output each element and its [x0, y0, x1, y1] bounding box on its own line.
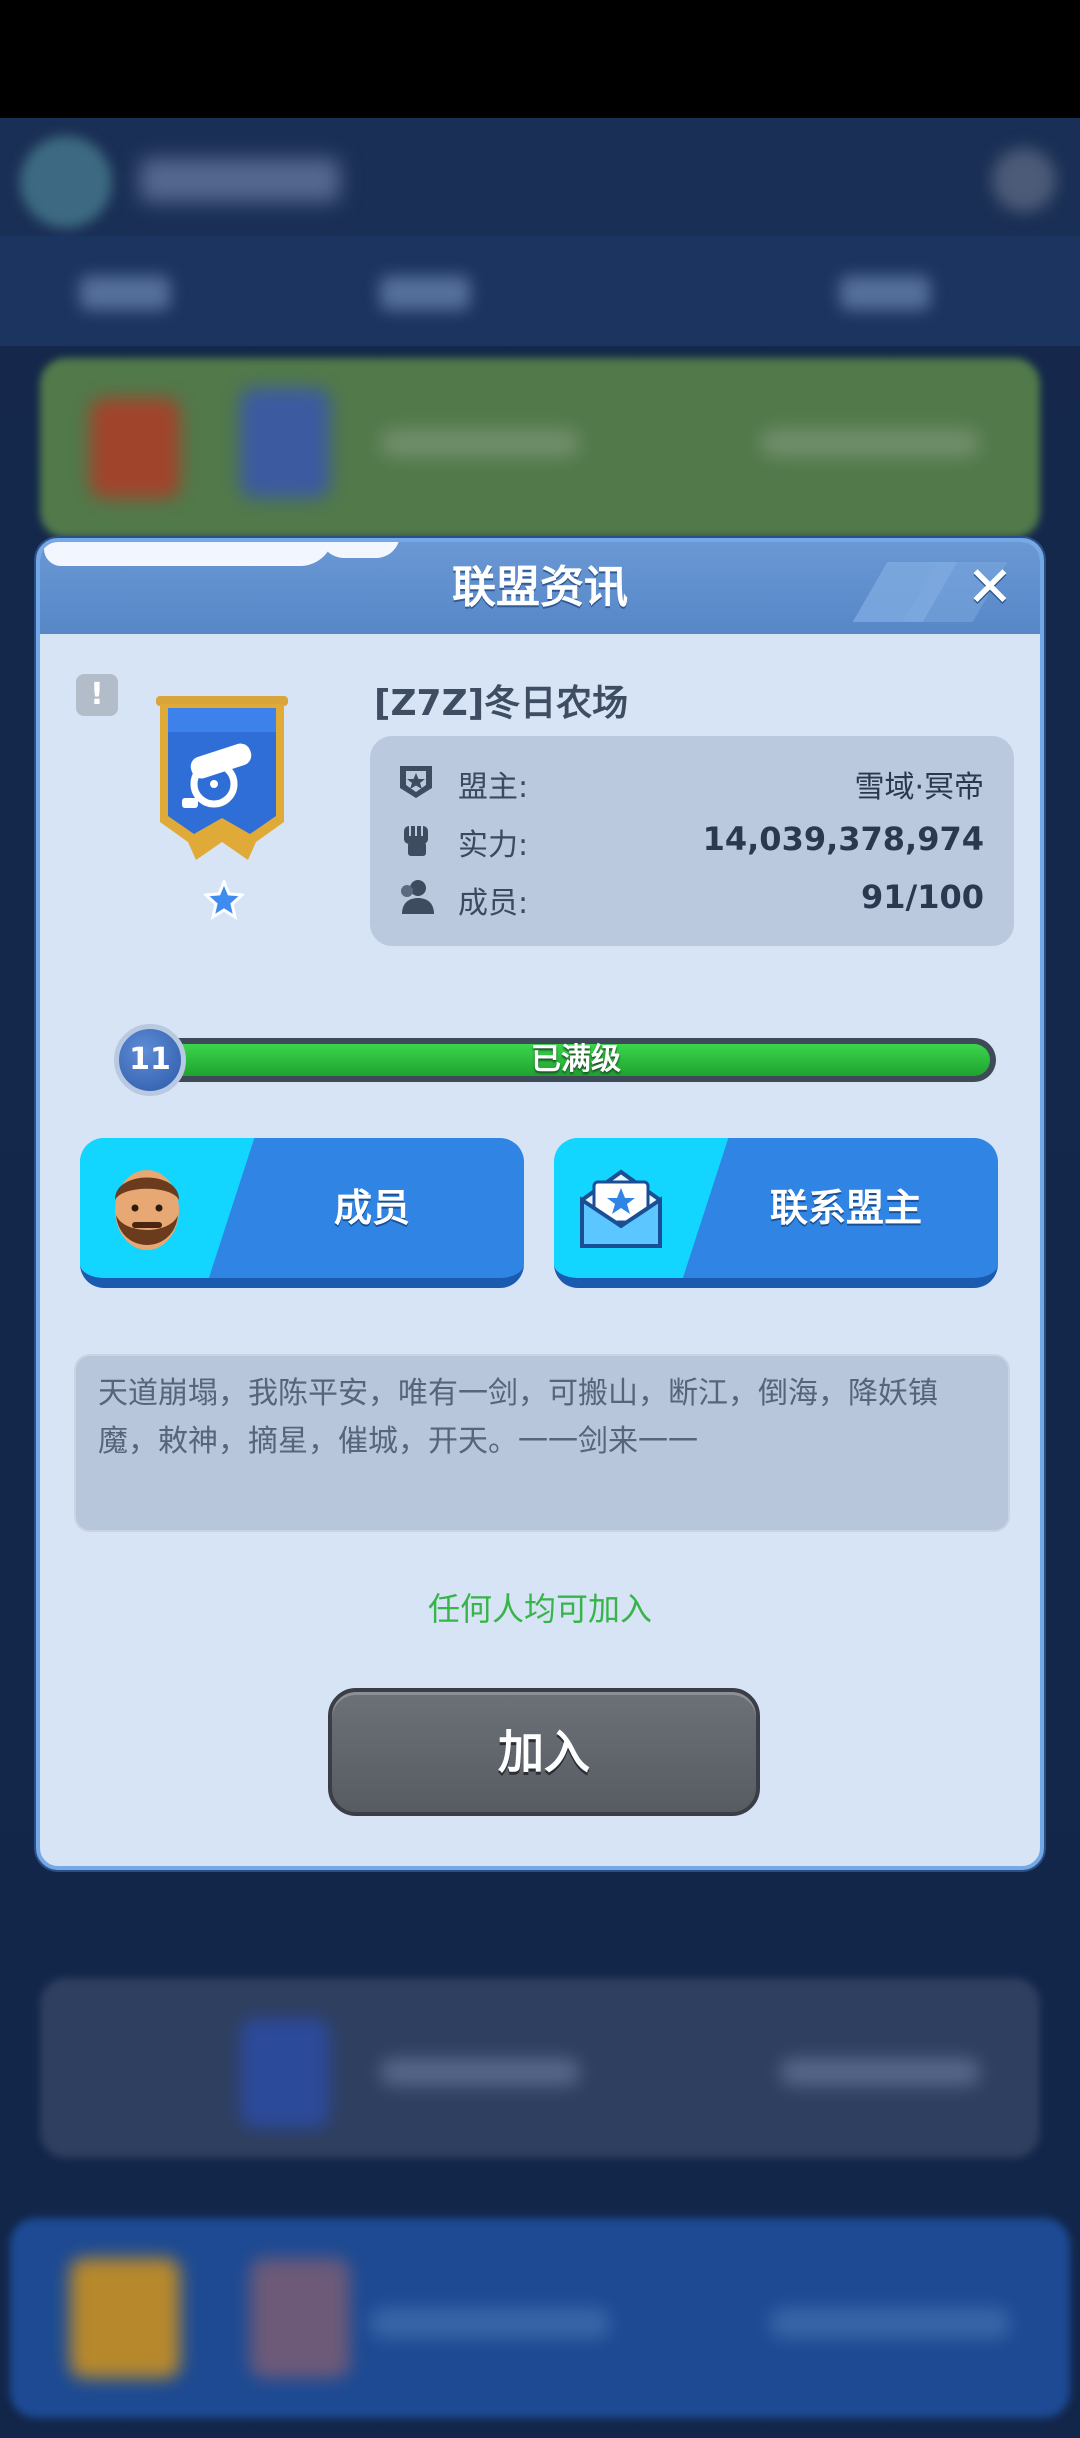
- contact-leader-button-label: 联系盟主: [769, 1186, 922, 1230]
- alliance-description: 天道崩塌，我陈平安，唯有一剑，可搬山，断江，倒海，降妖镇魔，敕神，摘星，催城，开…: [74, 1354, 1010, 1532]
- alliance-level-bar: 已满级: [156, 1038, 996, 1082]
- mail-envelope-icon: [580, 1169, 662, 1248]
- report-icon[interactable]: !: [76, 674, 118, 716]
- join-requirement-text: 任何人均可加入: [427, 1590, 652, 1628]
- join-button[interactable]: 加入: [328, 1688, 760, 1816]
- background-tab: [840, 276, 930, 310]
- status-bar: [0, 0, 1080, 118]
- members-value: 91/100: [860, 878, 984, 916]
- contact-leader-button[interactable]: 联系盟主: [554, 1138, 998, 1288]
- background-avatar: [20, 136, 112, 228]
- background-tabs: [0, 236, 1080, 346]
- background-tab: [380, 276, 470, 310]
- leader-value: 雪域·冥帝: [854, 770, 984, 805]
- background-alliance-row: [40, 1978, 1040, 2158]
- power-label: 实力:: [458, 828, 529, 863]
- dialog-header: 联盟资讯 ✕: [40, 542, 1040, 634]
- members-button[interactable]: 成员: [80, 1138, 524, 1288]
- power-fist-icon: [404, 826, 428, 856]
- members-icon: [401, 880, 434, 914]
- background-alliance-row: [40, 358, 1040, 538]
- alliance-info-panel: 盟主: 雪域·冥帝 实力: 14,039,378,974 成员: 91/100: [370, 736, 1014, 946]
- leader-icon: [400, 766, 432, 798]
- star-rank-icon: [204, 880, 244, 920]
- background-header: [0, 118, 1080, 236]
- level-badge: 11: [114, 1024, 186, 1096]
- members-button-label: 成员: [333, 1186, 410, 1230]
- members-label: 成员:: [458, 886, 529, 921]
- background-settings-icon: [992, 148, 1056, 212]
- info-row-leader: 盟主: 雪域·冥帝: [370, 750, 1014, 806]
- alliance-info-dialog: 联盟资讯 ✕ ! [Z7Z]冬日农场 盟主: 雪域·冥帝 实力: 14,039,…: [36, 538, 1044, 1870]
- background-tab: [80, 276, 170, 310]
- background-title: [140, 158, 340, 202]
- close-icon[interactable]: ✕: [962, 560, 1018, 616]
- info-row-power: 实力: 14,039,378,974: [370, 808, 1014, 864]
- info-row-members: 成员: 91/100: [370, 866, 1014, 922]
- dialog-title: 联盟资讯: [452, 562, 628, 613]
- leader-label: 盟主:: [458, 770, 529, 805]
- join-button-label: 加入: [498, 1725, 590, 1779]
- alliance-name: [Z7Z]冬日农场: [374, 683, 629, 724]
- level-status-text: 已满级: [531, 1042, 621, 1077]
- power-value: 14,039,378,974: [702, 820, 984, 858]
- alliance-emblem-cannon-icon: [156, 696, 288, 860]
- background-own-alliance-row: [10, 2218, 1070, 2418]
- bearded-man-icon: [114, 1170, 180, 1250]
